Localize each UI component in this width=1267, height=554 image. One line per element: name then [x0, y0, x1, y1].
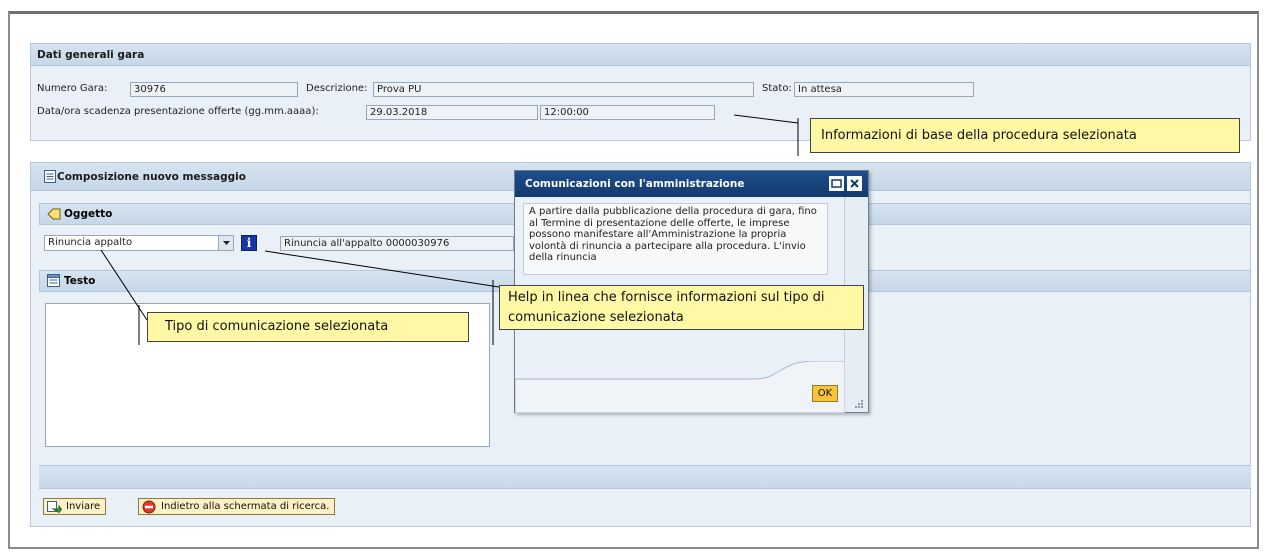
- descrizione-label: Descrizione:: [306, 83, 368, 94]
- callout-tipo-text: Tipo di comunicazione selezionata: [165, 319, 389, 334]
- send-label: Inviare: [66, 501, 101, 512]
- back-to-search-button[interactable]: Indietro alla schermata di ricerca.: [138, 498, 336, 515]
- notepad-icon: [47, 274, 60, 287]
- send-button[interactable]: Inviare: [43, 498, 107, 515]
- communication-type-value: Rinuncia appalto: [48, 237, 133, 248]
- callout-help-text: Help in linea che fornisce informazioni …: [508, 290, 825, 325]
- stop-icon: [142, 500, 156, 514]
- callout-help: Help in linea che fornisce informazioni …: [499, 285, 864, 330]
- numero-gara-field[interactable]: 30976: [130, 82, 298, 97]
- chevron-down-icon[interactable]: [218, 236, 233, 250]
- callout-communication-type: Tipo di comunicazione selezionata: [147, 312, 469, 342]
- scadenza-label: Data/ora scadenza presentazione offerte …: [37, 106, 319, 117]
- scadenza-time-field[interactable]: 12:00:00: [540, 105, 715, 120]
- callout-base-info: Informazioni di base della procedura sel…: [810, 118, 1240, 153]
- info-icon[interactable]: i: [241, 235, 257, 251]
- ok-button[interactable]: OK: [812, 385, 838, 402]
- testo-title: Testo: [64, 275, 96, 287]
- oggetto-title: Oggetto: [64, 208, 113, 220]
- dialog-title: Comunicazioni con l'amministrazione: [515, 171, 868, 197]
- dialog-help-text: A partire dalla pubblicazione della proc…: [523, 203, 828, 275]
- back-label: Indietro alla schermata di ricerca.: [161, 501, 330, 512]
- oggetto-text-field[interactable]: Rinuncia all'appalto 0000030976: [280, 236, 514, 251]
- tag-icon: [47, 208, 61, 220]
- descrizione-field[interactable]: Prova PU: [373, 82, 754, 97]
- maximize-icon[interactable]: [829, 176, 844, 191]
- scadenza-date-field[interactable]: 29.03.2018: [366, 105, 538, 120]
- resize-grip-icon[interactable]: [852, 397, 864, 409]
- callout-base-info-text: Informazioni di base della procedura sel…: [821, 128, 1137, 143]
- numero-gara-label: Numero Gara:: [37, 83, 108, 94]
- document-icon: [44, 170, 56, 183]
- dialog-title-text: Comunicazioni con l'amministrazione: [525, 178, 745, 190]
- close-icon[interactable]: [847, 176, 862, 191]
- send-icon: [47, 501, 62, 513]
- stato-field[interactable]: In attesa: [794, 82, 974, 97]
- stato-label: Stato:: [762, 83, 792, 94]
- communication-type-select[interactable]: Rinuncia appalto: [44, 235, 234, 251]
- compose-title: Composizione nuovo messaggio: [57, 171, 246, 183]
- dialog-footer-swoosh: [515, 361, 845, 413]
- footer-bar: [39, 465, 1251, 489]
- general-data-title: Dati generali gara: [31, 44, 1250, 66]
